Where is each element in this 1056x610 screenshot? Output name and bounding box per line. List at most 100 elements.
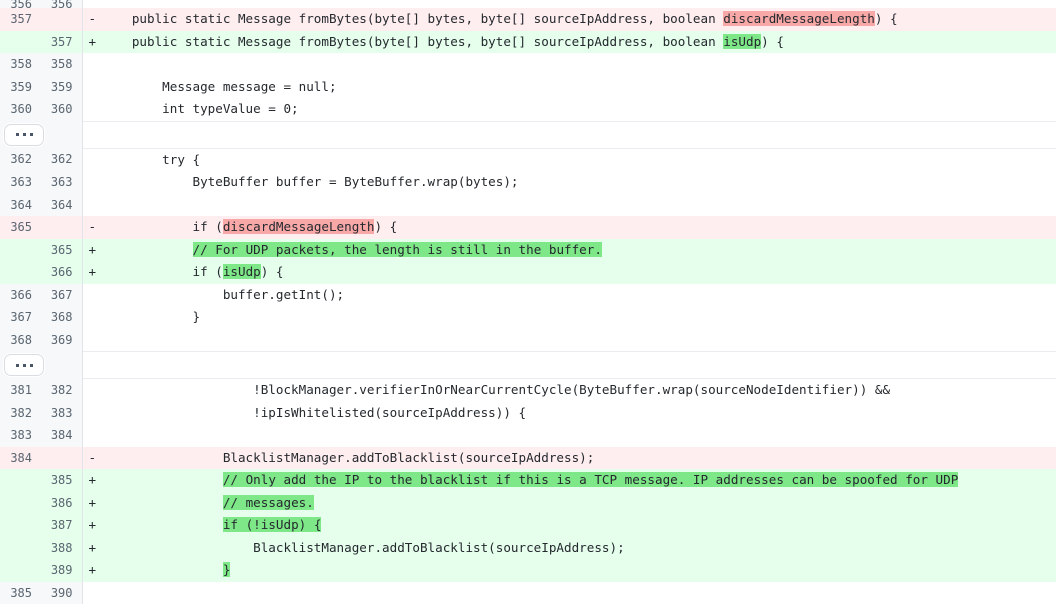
code-text: ) { [260, 264, 284, 279]
new-line-number[interactable]: 357 [41, 30, 83, 53]
table-row: 381 382 !BlockManager.verifierInOrNearCur… [0, 378, 1056, 402]
new-line-number[interactable]: 387 [41, 514, 83, 537]
old-line-number[interactable] [0, 261, 41, 284]
old-line-number[interactable]: 359 [0, 75, 41, 98]
new-line-number[interactable]: 362 [41, 148, 83, 171]
new-line-number[interactable] [41, 446, 83, 469]
new-line-number[interactable]: 365 [41, 238, 83, 261]
code-text: public static Message fromBytes(byte[] b… [101, 33, 724, 49]
table-row: 359 359 Message message = null; [0, 75, 1056, 98]
old-line-number[interactable]: 366 [0, 283, 41, 306]
code-text: try { [101, 151, 201, 167]
old-line-number[interactable]: 362 [0, 148, 41, 171]
code-line: + BlacklistManager.addToBlacklist(source… [82, 536, 1056, 559]
new-line-number[interactable]: 359 [41, 75, 83, 98]
old-line-number[interactable]: 385 [0, 581, 41, 604]
new-line-number[interactable]: 369 [41, 328, 83, 352]
old-line-number[interactable]: 367 [0, 306, 41, 329]
code-line [82, 193, 1056, 216]
new-line-number[interactable]: 386 [41, 491, 83, 514]
code-line [82, 581, 1056, 604]
new-line-number[interactable]: 358 [41, 53, 83, 76]
diff-marker: + [88, 562, 97, 577]
code-line: buffer.getInt(); [82, 283, 1056, 306]
old-line-number[interactable]: 356 [0, 0, 41, 8]
added-word-highlight: // messages. [222, 494, 314, 510]
new-line-number[interactable]: 360 [41, 98, 83, 121]
old-line-number[interactable] [0, 238, 41, 261]
new-line-number[interactable]: 388 [41, 536, 83, 559]
new-line-number[interactable]: 385 [41, 469, 83, 492]
new-line-number[interactable] [41, 216, 83, 239]
new-line-number[interactable]: 364 [41, 193, 83, 216]
ellipsis-dot-icon [22, 133, 26, 136]
old-line-number[interactable] [0, 30, 41, 53]
added-word-highlight: } [222, 562, 231, 577]
expand-hidden-lines-button[interactable] [4, 123, 44, 146]
code-line: + // Only add the IP to the blacklist if… [82, 469, 1056, 492]
code-line [82, 328, 1056, 352]
code-text: buffer.getInt(); [101, 286, 345, 302]
new-line-number[interactable]: 390 [41, 581, 83, 604]
new-line-number[interactable]: 367 [41, 283, 83, 306]
code-line: !ipIsWhitelisted(sourceIpAddress)) { [82, 401, 1056, 424]
diff-body: 356 356 357- public static Message fromByt… [0, 0, 1056, 604]
added-word-highlight: // Only add the IP to the blacklist if t… [222, 472, 959, 487]
old-line-number[interactable]: 382 [0, 401, 41, 424]
code-text: ) { [374, 219, 398, 234]
code-text: ByteBuffer buffer = ByteBuffer.wrap(byte… [101, 174, 519, 189]
old-line-number[interactable]: 365 [0, 216, 41, 239]
old-line-number[interactable]: 358 [0, 53, 41, 76]
code-line: Message message = null; [82, 75, 1056, 98]
code-line: ByteBuffer buffer = ByteBuffer.wrap(byte… [82, 171, 1056, 194]
old-line-number[interactable]: 368 [0, 328, 41, 352]
code-text: !ipIsWhitelisted(sourceIpAddress)) { [101, 404, 527, 420]
code-line [82, 424, 1056, 447]
table-row: 362 362 try { [0, 148, 1056, 171]
ellipsis-dot-icon [29, 363, 33, 367]
new-line-number[interactable]: 389 [41, 559, 83, 582]
new-line-number[interactable] [41, 8, 83, 31]
table-row: 358 358 [0, 53, 1056, 76]
old-line-number[interactable] [0, 469, 41, 492]
ellipsis-dot-icon [15, 133, 19, 136]
ellipsis-dot-icon [29, 133, 33, 136]
new-line-number[interactable]: 368 [41, 306, 83, 329]
new-line-number[interactable]: 382 [41, 378, 83, 402]
old-line-number[interactable]: 383 [0, 424, 41, 447]
old-line-number[interactable] [0, 536, 41, 559]
new-line-number[interactable]: 356 [41, 0, 83, 8]
old-line-number[interactable]: 363 [0, 171, 41, 194]
old-line-number[interactable]: 360 [0, 98, 41, 121]
diff-marker: - [88, 449, 97, 465]
table-row: 357 + public static Message fromBytes(byt… [0, 30, 1056, 53]
diff-marker: + [88, 494, 97, 510]
code-text: } [101, 309, 201, 324]
expand-hidden-lines-button[interactable] [4, 354, 44, 376]
code-line: + if (isUdp) { [82, 261, 1056, 284]
old-line-number[interactable] [0, 491, 41, 514]
old-line-number[interactable] [0, 514, 41, 537]
new-line-number[interactable]: 363 [41, 171, 83, 194]
table-row: 366 + if (isUdp) { [0, 261, 1056, 284]
new-line-number[interactable]: 383 [41, 401, 83, 424]
old-line-number[interactable]: 381 [0, 378, 41, 402]
new-line-number[interactable]: 384 [41, 424, 83, 447]
diff-marker: + [88, 33, 97, 49]
code-line: try { [82, 148, 1056, 171]
old-line-number[interactable] [0, 559, 41, 582]
old-line-number[interactable]: 384 [0, 446, 41, 469]
diff-expander-row [0, 351, 1056, 379]
code-line: - if (discardMessageLength) { [82, 216, 1056, 239]
added-word-highlight: // For UDP packets, the length is still … [192, 241, 602, 257]
diff-marker: + [88, 517, 97, 532]
added-word-highlight: isUdp [222, 264, 261, 279]
code-text: ) { [761, 33, 784, 49]
old-line-number[interactable]: 357 [0, 8, 41, 31]
old-line-number[interactable]: 364 [0, 193, 41, 216]
new-line-number[interactable]: 366 [41, 261, 83, 284]
ellipsis-dot-icon [15, 363, 19, 367]
table-row: 389 + } [0, 559, 1056, 582]
code-line [82, 0, 1056, 8]
